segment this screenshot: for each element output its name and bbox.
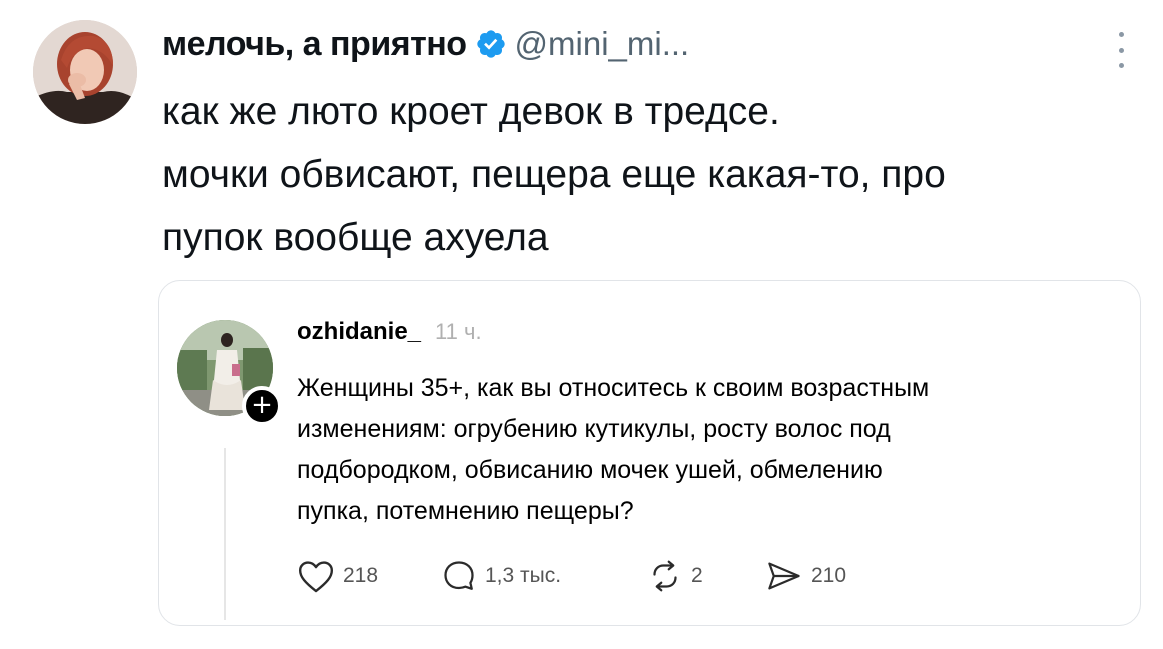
follow-plus-button[interactable]: + bbox=[242, 386, 282, 426]
quoted-post-text: Женщины 35+, как вы относитесь к своим в… bbox=[297, 368, 1127, 532]
tweet: мелочь, а приятно @mini_mi... как же лют… bbox=[0, 0, 1163, 649]
speech-bubble-icon bbox=[444, 561, 474, 590]
share-button[interactable]: 210 bbox=[765, 556, 846, 596]
author-display-name[interactable]: мелочь, а приятно bbox=[162, 25, 467, 64]
share-count: 210 bbox=[811, 564, 847, 587]
thread-line bbox=[224, 448, 226, 620]
quoted-post-actions: 218 1,3 тыс. 2 210 bbox=[297, 556, 917, 596]
author-handle[interactable]: @mini_mi... bbox=[515, 25, 690, 63]
quoted-post-header: ozhidanie_ 11 ч. bbox=[297, 318, 482, 346]
like-button[interactable]: 218 bbox=[297, 556, 378, 596]
author-avatar[interactable] bbox=[33, 20, 137, 124]
quoted-post-text-line: Женщины 35+, как вы относитесь к своим в… bbox=[297, 374, 930, 402]
repost-icon bbox=[653, 560, 677, 592]
tweet-text-line: мочки обвисают, пещера еще какая-то, про bbox=[162, 153, 946, 196]
more-vertical-icon[interactable] bbox=[1113, 32, 1129, 68]
tweet-text: как же люто кроет девок в тредсе. мочки … bbox=[162, 80, 1142, 269]
verified-badge-icon bbox=[476, 30, 505, 58]
more-dot bbox=[1118, 63, 1124, 68]
quoted-post-text-line: подбородком, обвисанию мочек ушей, обмел… bbox=[297, 456, 883, 484]
tweet-header: мелочь, а приятно @mini_mi... bbox=[162, 22, 689, 66]
reply-count: 1,3 тыс. bbox=[485, 564, 562, 587]
like-count: 218 bbox=[343, 564, 379, 587]
repost-button[interactable]: 2 bbox=[647, 556, 703, 596]
quoted-author-username[interactable]: ozhidanie_ bbox=[297, 318, 421, 346]
reply-button[interactable]: 1,3 тыс. bbox=[441, 556, 561, 596]
quoted-post-time: 11 ч. bbox=[435, 319, 482, 344]
send-icon bbox=[768, 562, 800, 590]
quoted-post-text-line: пупка, потемнению пещеры? bbox=[297, 497, 634, 525]
more-dot bbox=[1118, 32, 1124, 37]
repost-count: 2 bbox=[691, 564, 703, 587]
heart-icon bbox=[298, 561, 334, 593]
tweet-text-line: как же люто кроет девок в тредсе. bbox=[162, 90, 780, 133]
author-avatar-image bbox=[33, 20, 137, 124]
tweet-text-line: пупок вообще ахуела bbox=[162, 216, 549, 259]
more-dot bbox=[1118, 47, 1124, 53]
quoted-post-text-line: изменениям: огрубению кутикулы, росту во… bbox=[297, 415, 891, 443]
